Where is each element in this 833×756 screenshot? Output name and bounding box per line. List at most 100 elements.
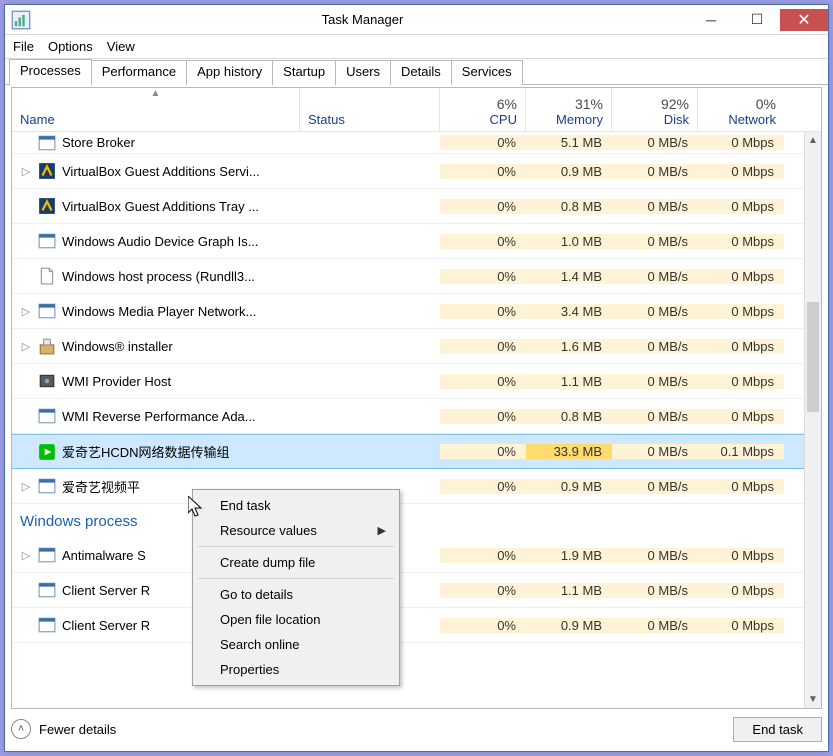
disk-cell: 0 MB/s [612, 444, 698, 459]
ctx-end-task[interactable]: End task [196, 493, 396, 518]
expand-icon[interactable]: ▷ [18, 340, 34, 353]
process-name: Store Broker [62, 135, 300, 150]
cpu-cell: 0% [440, 618, 526, 633]
network-cell: 0 Mbps [698, 339, 784, 354]
process-name: VirtualBox Guest Additions Tray ... [62, 199, 300, 214]
process-icon [38, 581, 56, 599]
tab-startup[interactable]: Startup [272, 60, 336, 85]
table-row[interactable]: Windows Audio Device Graph Is...0%1.0 MB… [12, 224, 821, 259]
tab-details[interactable]: Details [390, 60, 452, 85]
process-icon [38, 443, 56, 461]
footer: ˄ Fewer details End task [11, 711, 822, 747]
menu-view[interactable]: View [107, 39, 135, 54]
tab-users[interactable]: Users [335, 60, 391, 85]
header-disk[interactable]: 92% Disk [612, 88, 698, 131]
memory-cell: 1.4 MB [526, 269, 612, 284]
maximize-button[interactable]: ☐ [734, 9, 780, 31]
disk-cell: 0 MB/s [612, 164, 698, 179]
titlebar[interactable]: Task Manager ─ ☐ ✕ [5, 5, 828, 35]
ctx-go-to-details[interactable]: Go to details [196, 582, 396, 607]
disk-cell: 0 MB/s [612, 479, 698, 494]
memory-cell: 1.6 MB [526, 339, 612, 354]
scroll-thumb[interactable] [807, 302, 819, 412]
process-icon [38, 616, 56, 634]
table-row[interactable]: 爱奇艺HCDN网络数据传输组0%33.9 MB0 MB/s0.1 Mbps [12, 434, 821, 469]
cpu-cell: 0% [440, 583, 526, 598]
ctx-open-location[interactable]: Open file location [196, 607, 396, 632]
disk-cell: 0 MB/s [612, 409, 698, 424]
end-task-button[interactable]: End task [733, 717, 822, 742]
header-name[interactable]: ▲ Name [12, 88, 300, 131]
tabbar: Processes Performance App history Startu… [5, 59, 828, 85]
process-name: Windows Media Player Network... [62, 304, 300, 319]
window-title: Task Manager [37, 12, 688, 27]
expand-icon[interactable]: ▷ [18, 480, 34, 493]
expand-icon[interactable]: ▷ [18, 305, 34, 318]
tab-services[interactable]: Services [451, 60, 523, 85]
header-cpu[interactable]: 6% CPU [440, 88, 526, 131]
scroll-down-icon[interactable]: ▼ [805, 691, 821, 708]
process-icon [38, 302, 56, 320]
cpu-cell: 0% [440, 548, 526, 563]
table-row[interactable]: ▷Antimalware S0%1.9 MB0 MB/s0 Mbps [12, 538, 821, 573]
ctx-properties[interactable]: Properties [196, 657, 396, 682]
table-row[interactable]: ▷VirtualBox Guest Additions Servi...0%0.… [12, 154, 821, 189]
rows: Store Broker0%5.1 MB0 MB/s0 Mbps▷Virtual… [12, 132, 821, 708]
process-icon [38, 267, 56, 285]
tab-processes[interactable]: Processes [9, 59, 92, 86]
table-row[interactable]: Client Server R0%0.9 MB0 MB/s0 Mbps [12, 608, 821, 643]
process-name: Windows host process (Rundll3... [62, 269, 300, 284]
process-icon [38, 162, 56, 180]
disk-cell: 0 MB/s [612, 199, 698, 214]
network-cell: 0 Mbps [698, 164, 784, 179]
cpu-cell: 0% [440, 339, 526, 354]
table-row[interactable]: VirtualBox Guest Additions Tray ...0%0.8… [12, 189, 821, 224]
network-cell: 0 Mbps [698, 199, 784, 214]
scrollbar[interactable]: ▲ ▼ [804, 132, 821, 708]
fewer-details-button[interactable]: ˄ Fewer details [11, 719, 116, 739]
network-cell: 0 Mbps [698, 304, 784, 319]
process-icon [38, 197, 56, 215]
memory-cell: 0.8 MB [526, 199, 612, 214]
table-row[interactable]: WMI Reverse Performance Ada...0%0.8 MB0 … [12, 399, 821, 434]
ctx-create-dump[interactable]: Create dump file [196, 550, 396, 575]
ctx-resource-values[interactable]: Resource values ▶ [196, 518, 396, 543]
process-icon [38, 477, 56, 495]
minimize-button[interactable]: ─ [688, 9, 734, 31]
memory-cell: 1.1 MB [526, 583, 612, 598]
process-icon [38, 372, 56, 390]
menu-file[interactable]: File [13, 39, 34, 54]
ctx-search-online[interactable]: Search online [196, 632, 396, 657]
process-list: ▲ Name Status 6% CPU 31% Memory 92% Disk… [11, 87, 822, 709]
tab-performance[interactable]: Performance [91, 60, 187, 85]
process-icon [38, 134, 56, 152]
column-headers: ▲ Name Status 6% CPU 31% Memory 92% Disk… [12, 88, 821, 132]
header-status[interactable]: Status [300, 88, 440, 131]
cpu-cell: 0% [440, 444, 526, 459]
header-memory[interactable]: 31% Memory [526, 88, 612, 131]
process-name: 爱奇艺HCDN网络数据传输组 [62, 442, 300, 461]
process-name: WMI Reverse Performance Ada... [62, 409, 300, 424]
expand-icon[interactable]: ▷ [18, 549, 34, 562]
cpu-cell: 0% [440, 164, 526, 179]
table-row[interactable]: ▷Windows Media Player Network...0%3.4 MB… [12, 294, 821, 329]
table-row[interactable]: Client Server R0%1.1 MB0 MB/s0 Mbps [12, 573, 821, 608]
table-row[interactable]: Store Broker0%5.1 MB0 MB/s0 Mbps [12, 132, 821, 154]
table-row[interactable]: ▷Windows® installer0%1.6 MB0 MB/s0 Mbps [12, 329, 821, 364]
expand-icon[interactable]: ▷ [18, 165, 34, 178]
app-icon [11, 10, 31, 30]
menu-separator [198, 546, 394, 547]
table-row[interactable]: WMI Provider Host0%1.1 MB0 MB/s0 Mbps [12, 364, 821, 399]
scroll-up-icon[interactable]: ▲ [805, 132, 821, 149]
table-row[interactable]: ▷爱奇艺视频平0%0.9 MB0 MB/s0 Mbps [12, 469, 821, 504]
disk-cell: 0 MB/s [612, 583, 698, 598]
close-button[interactable]: ✕ [780, 9, 828, 31]
header-network[interactable]: 0% Network [698, 88, 784, 131]
menu-options[interactable]: Options [48, 39, 93, 54]
tab-app-history[interactable]: App history [186, 60, 273, 85]
task-manager-window: Task Manager ─ ☐ ✕ File Options View Pro… [4, 4, 829, 752]
network-cell: 0 Mbps [698, 548, 784, 563]
menu-separator [198, 578, 394, 579]
table-row[interactable]: Windows host process (Rundll3...0%1.4 MB… [12, 259, 821, 294]
disk-cell: 0 MB/s [612, 234, 698, 249]
